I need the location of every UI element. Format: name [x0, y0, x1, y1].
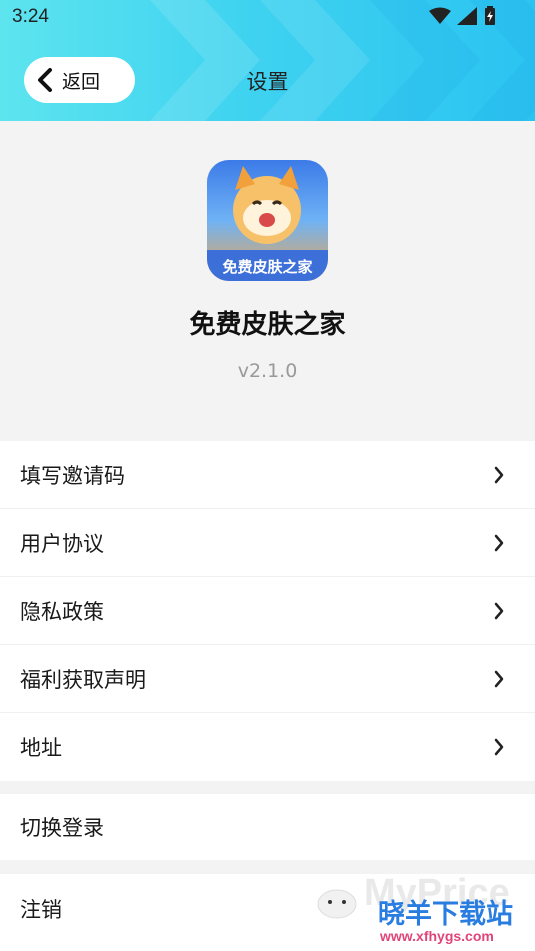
menu-item-privacy-policy[interactable]: 隐私政策 [0, 577, 535, 645]
menu-item-switch-login[interactable]: 切换登录 [0, 794, 535, 860]
status-time: 3:24 [12, 6, 49, 27]
menu-item-user-agreement[interactable]: 用户协议 [0, 509, 535, 577]
header-bar: 3:24 返回 设置 [0, 0, 535, 121]
chevron-right-icon [494, 534, 504, 551]
app-logo: 免费皮肤之家 [207, 160, 328, 281]
chevron-right-icon [494, 738, 504, 756]
chevron-right-icon [494, 670, 504, 687]
watermark-title: 晓羊下载站 [378, 899, 513, 930]
menu-item-label: 地址 [20, 736, 62, 760]
menu-item-address[interactable]: 地址 [0, 713, 535, 781]
settings-menu-group: 填写邀请码 用户协议 隐私政策 福利获取声明 地址 [0, 441, 535, 781]
menu-item-invite-code[interactable]: 填写邀请码 [0, 441, 535, 509]
chevron-right-icon [494, 466, 504, 483]
menu-item-label: 注销 [20, 898, 62, 922]
app-logo-text: 免费皮肤之家 [222, 258, 313, 276]
switch-login-group: 切换登录 [0, 794, 535, 860]
app-info-section: 免费皮肤之家 免费皮肤之家 v2.1.0 [0, 121, 535, 439]
signal-icon [457, 7, 477, 25]
menu-item-label: 切换登录 [20, 816, 104, 840]
menu-item-label: 填写邀请码 [20, 463, 125, 488]
menu-item-label: 隐私政策 [20, 599, 104, 624]
menu-item-label: 福利获取声明 [20, 667, 146, 692]
menu-item-benefit-statement[interactable]: 福利获取声明 [0, 645, 535, 713]
chevron-right-icon [494, 602, 504, 619]
app-name: 免费皮肤之家 [189, 310, 346, 340]
wifi-icon [429, 7, 451, 24]
watermark-url: www.xfhygs.com [380, 928, 494, 944]
site-watermark: MyPrice 晓羊下载站 www.xfhygs.com [306, 870, 535, 951]
menu-item-label: 用户协议 [20, 531, 104, 556]
battery-charging-icon [485, 6, 495, 25]
app-version: v2.1.0 [237, 360, 298, 382]
status-icons [429, 6, 497, 26]
sheep-logo-icon [317, 889, 357, 919]
page-title: 设置 [246, 70, 289, 94]
